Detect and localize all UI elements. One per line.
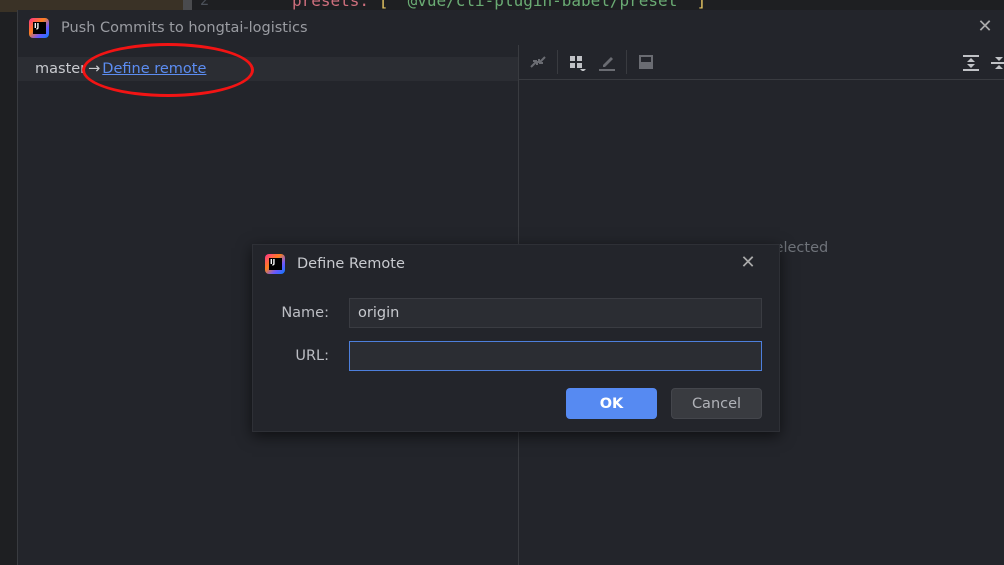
define-remote-dialog: Define Remote ✕ Name: URL: OK Cancel [252,244,780,432]
arrow-icon: → [88,61,101,77]
edit-icon[interactable] [596,51,618,73]
branch-name: master [35,61,87,77]
preview-icon[interactable] [635,51,657,73]
cancel-button[interactable]: Cancel [671,388,762,419]
group-by-icon[interactable] [566,51,588,73]
intellij-logo-icon [265,254,285,274]
collapse-all-icon[interactable] [990,52,1004,74]
code-key: presets: [292,0,379,10]
name-row: Name: [253,298,781,328]
define-remote-title: Define Remote [297,256,405,272]
close-icon[interactable]: ✕ [739,254,757,272]
intellij-logo-icon [29,17,49,38]
url-input[interactable] [349,341,762,371]
define-remote-titlebar: Define Remote [253,245,779,283]
expand-all-icon[interactable] [960,52,982,74]
name-input[interactable] [349,298,762,328]
collapse-icon[interactable] [527,51,549,73]
name-label: Name: [281,305,329,321]
define-remote-link[interactable]: Define remote [102,61,206,77]
dialog-titlebar: Push Commits to hongtai-logistics [18,10,1004,45]
code-line: presets: [ '@vue/cli-plugin-babel/preset… [292,0,706,10]
details-toolbar [519,45,1004,80]
code-bracket: ] [686,0,707,10]
branch-row[interactable]: master → Define remote [18,57,518,81]
ok-button[interactable]: OK [566,388,657,419]
url-row: URL: [253,341,781,371]
toolbar-separator [557,50,558,74]
toolbar-separator [626,50,627,74]
close-icon[interactable]: ✕ [976,18,994,36]
code-string: '@vue/cli-plugin-babel/preset' [397,0,687,10]
dialog-title: Push Commits to hongtai-logistics [61,19,308,36]
line-number: 2 [200,0,210,9]
code-bracket: [ [378,0,398,10]
url-label: URL: [295,348,329,364]
